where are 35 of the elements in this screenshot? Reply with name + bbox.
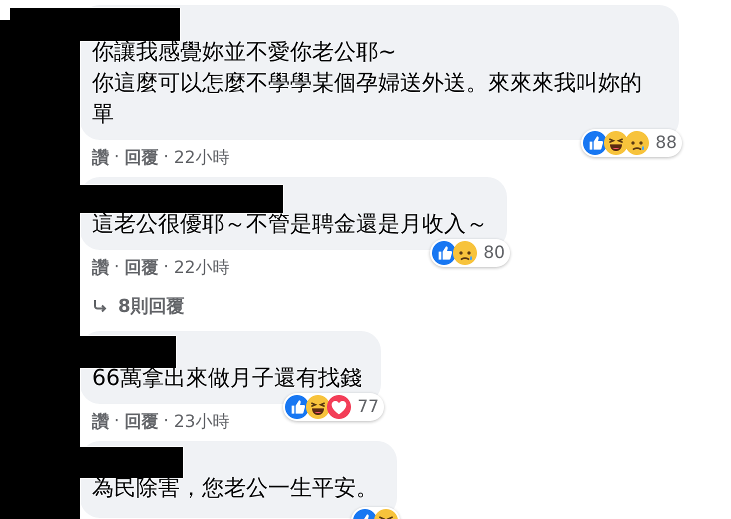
timestamp[interactable]: 22小時 [174, 256, 230, 278]
reply-arrow-icon [92, 298, 108, 314]
comment-text: 你這麼可以怎麼不學學某個孕婦送外送。來來來我叫妳的單 [92, 70, 643, 129]
reaction-badge[interactable]: 80 [430, 239, 510, 267]
reaction-count: 88 [655, 133, 677, 153]
separator-dot: · [114, 257, 120, 277]
like-link[interactable]: 讚 [92, 146, 109, 168]
thumbs-up-icon [432, 241, 456, 265]
separator-dot: · [163, 411, 169, 431]
reply-link[interactable]: 回覆 [124, 256, 158, 278]
separator-dot: · [114, 147, 120, 167]
separator-dot: · [163, 147, 169, 167]
reply-link[interactable]: 回覆 [124, 410, 158, 432]
timestamp[interactable]: 22小時 [174, 146, 230, 168]
timestamp[interactable]: 23小時 [174, 410, 230, 432]
reaction-count: 77 [357, 397, 379, 417]
comment-text: 你讓我感覺妳並不愛你老公耶~ [92, 39, 398, 67]
separator-dot: · [163, 257, 169, 277]
laughing-face-icon [306, 395, 330, 419]
view-replies-link[interactable]: 8則回覆 [92, 291, 185, 321]
reply-link[interactable]: 回覆 [124, 146, 158, 168]
thumbs-up-icon [285, 395, 310, 419]
thumbs-up-icon [583, 131, 608, 155]
laughing-face-icon [604, 131, 628, 155]
separator-dot: · [114, 411, 120, 431]
reaction-badge[interactable]: 88 [581, 129, 682, 157]
reaction-count: 80 [483, 243, 505, 263]
comment-text: 為民除害，您老公一生平安。 [92, 475, 378, 503]
reaction-badge[interactable]: 77 [283, 393, 384, 421]
like-link[interactable]: 讚 [92, 256, 109, 278]
like-link[interactable]: 讚 [92, 410, 109, 432]
comment-text: 這老公很優耶～不管是聘金還是月收入～ [92, 211, 488, 239]
sad-face-icon [625, 131, 650, 155]
comment-text: 66萬拿出來做月子還有找錢 [92, 365, 362, 393]
sad-face-icon [453, 241, 478, 265]
